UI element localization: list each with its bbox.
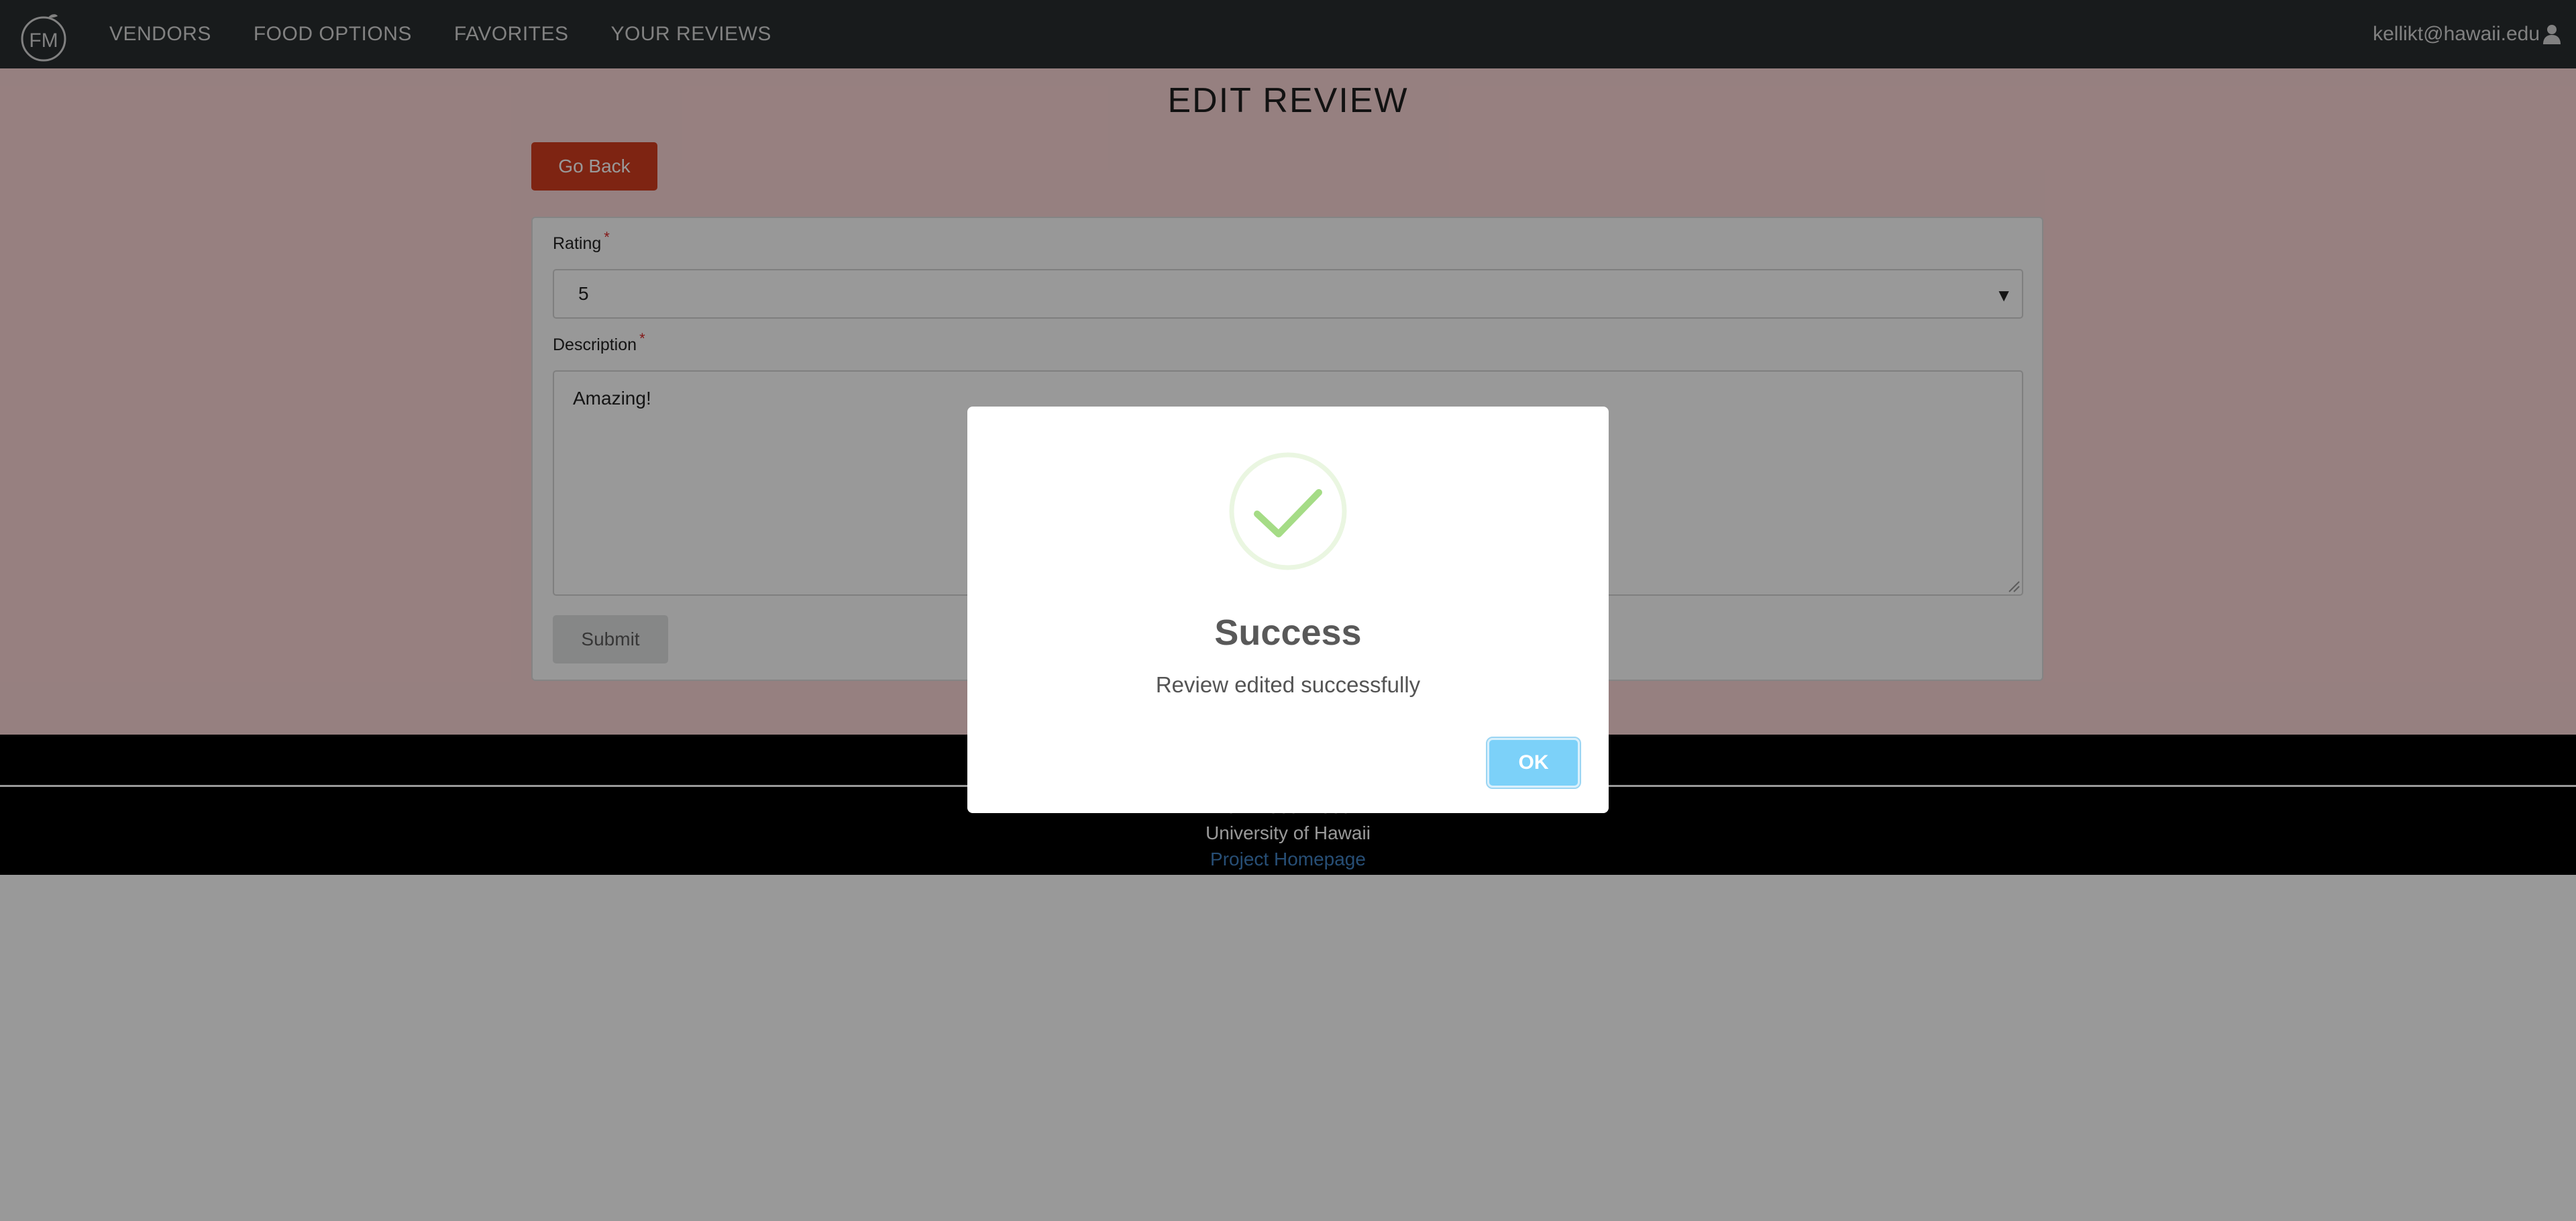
success-dialog: Success Review edited successfully OK <box>967 407 1609 813</box>
dialog-title: Success <box>1214 613 1362 653</box>
success-check-icon <box>1229 452 1347 570</box>
ok-button[interactable]: OK <box>1486 737 1581 789</box>
dialog-message: Review edited successfully <box>1155 672 1421 697</box>
